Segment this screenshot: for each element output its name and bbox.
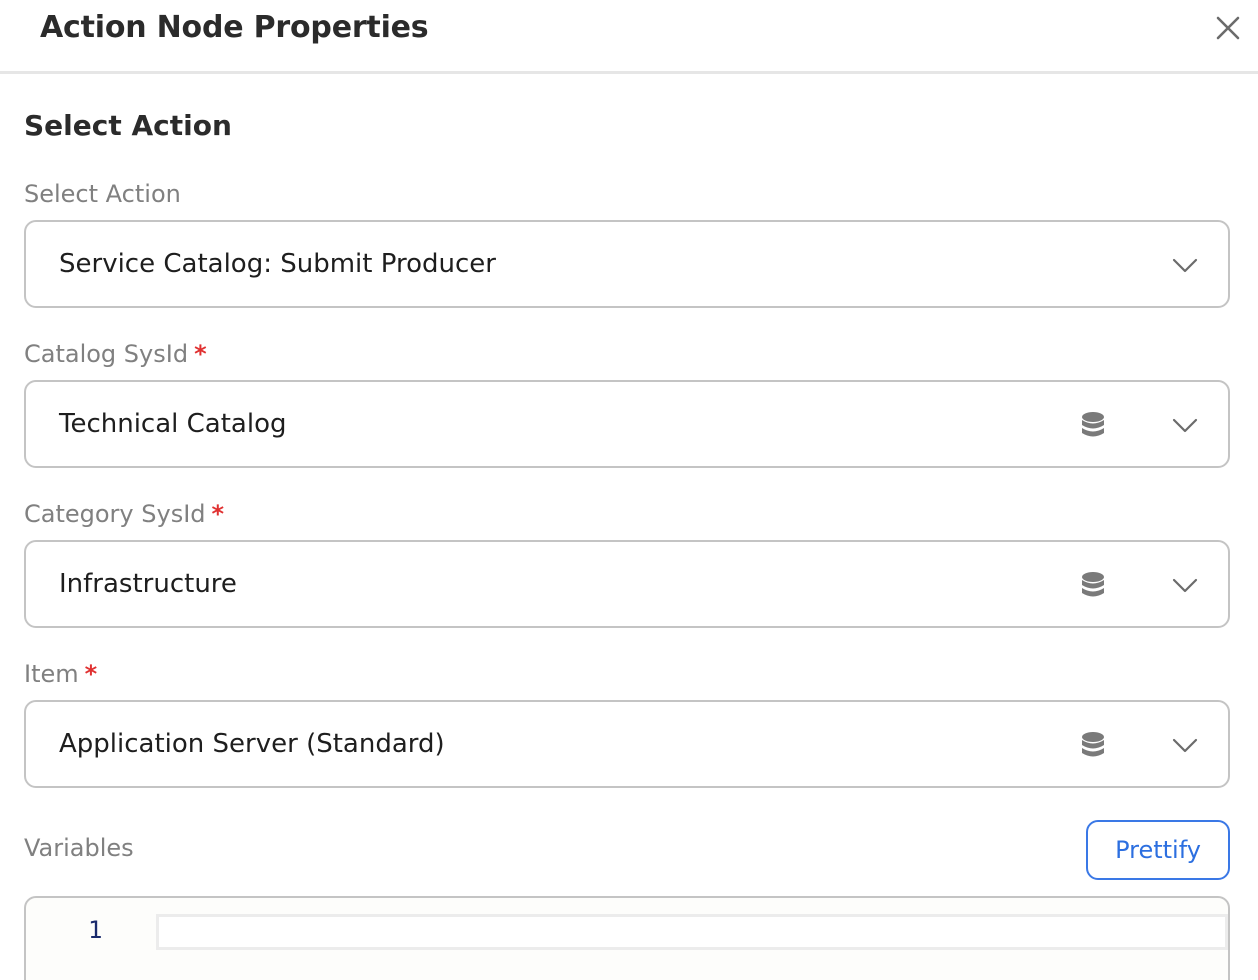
catalog-sysid-value: Technical Catalog (59, 409, 287, 439)
catalog-sysid-label: Catalog SysId * (24, 340, 207, 368)
chevron-down-icon (1172, 418, 1198, 433)
database-icon[interactable] (1080, 571, 1106, 599)
close-button[interactable] (1208, 8, 1248, 48)
panel-header: Action Node Properties (0, 0, 1258, 74)
panel-title: Action Node Properties (40, 10, 429, 45)
database-icon[interactable] (1080, 731, 1106, 759)
item-label-text: Item (24, 660, 79, 688)
code-line-input[interactable] (156, 914, 1228, 950)
required-marker: * (84, 660, 98, 688)
chevron-down-icon (1172, 578, 1198, 593)
section-title: Select Action (24, 109, 232, 142)
category-sysid-dropdown[interactable]: Infrastructure (24, 540, 1230, 628)
select-action-dropdown[interactable]: Service Catalog: Submit Producer (24, 220, 1230, 308)
required-marker: * (211, 500, 225, 528)
category-sysid-label-text: Category SysId (24, 500, 206, 528)
prettify-button[interactable]: Prettify (1086, 820, 1230, 880)
item-label: Item * (24, 660, 97, 688)
variables-code-editor[interactable]: 1 (24, 896, 1230, 980)
category-sysid-label: Category SysId * (24, 500, 224, 528)
catalog-sysid-label-text: Catalog SysId (24, 340, 189, 368)
catalog-sysid-dropdown[interactable]: Technical Catalog (24, 380, 1230, 468)
action-node-properties-panel: Action Node Properties Select Action Sel… (0, 0, 1258, 980)
select-action-label-text: Select Action (24, 180, 181, 208)
required-marker: * (194, 340, 207, 368)
close-icon (1216, 16, 1240, 40)
variables-label: Variables (24, 834, 134, 862)
chevron-down-icon (1172, 258, 1198, 273)
item-value: Application Server (Standard) (59, 729, 445, 759)
item-dropdown[interactable]: Application Server (Standard) (24, 700, 1230, 788)
database-icon[interactable] (1080, 411, 1106, 439)
chevron-down-icon (1172, 738, 1198, 753)
select-action-label: Select Action (24, 180, 181, 208)
category-sysid-value: Infrastructure (59, 569, 237, 599)
line-number: 1 (88, 916, 103, 944)
select-action-value: Service Catalog: Submit Producer (59, 249, 496, 279)
